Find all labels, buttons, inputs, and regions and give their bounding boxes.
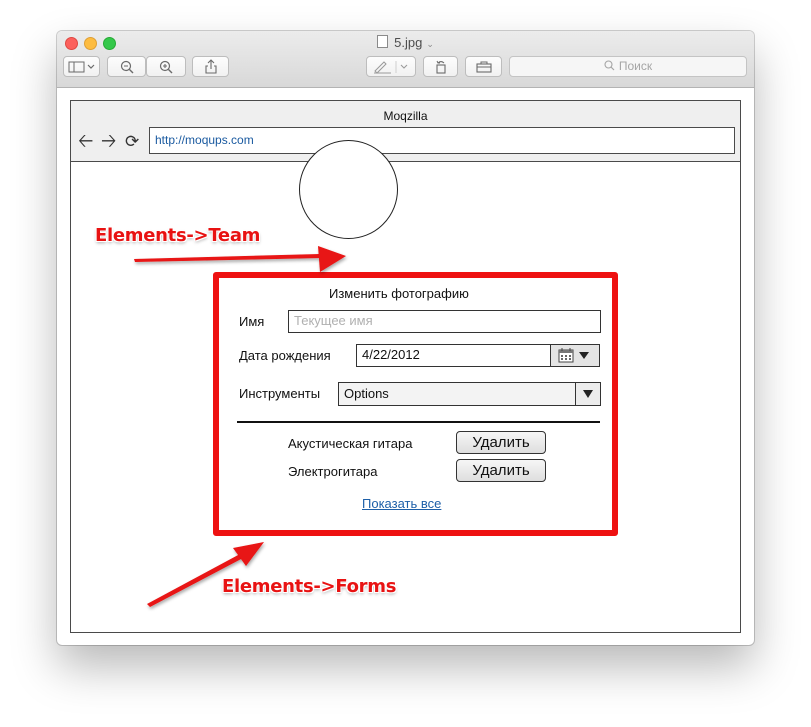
team-annotation-label: Elements->Team <box>95 225 261 246</box>
forms-annotation-label: Elements->Forms <box>222 576 397 597</box>
annotation-arrows <box>134 246 346 607</box>
forms-arrow <box>147 542 264 607</box>
team-arrow <box>134 246 346 272</box>
